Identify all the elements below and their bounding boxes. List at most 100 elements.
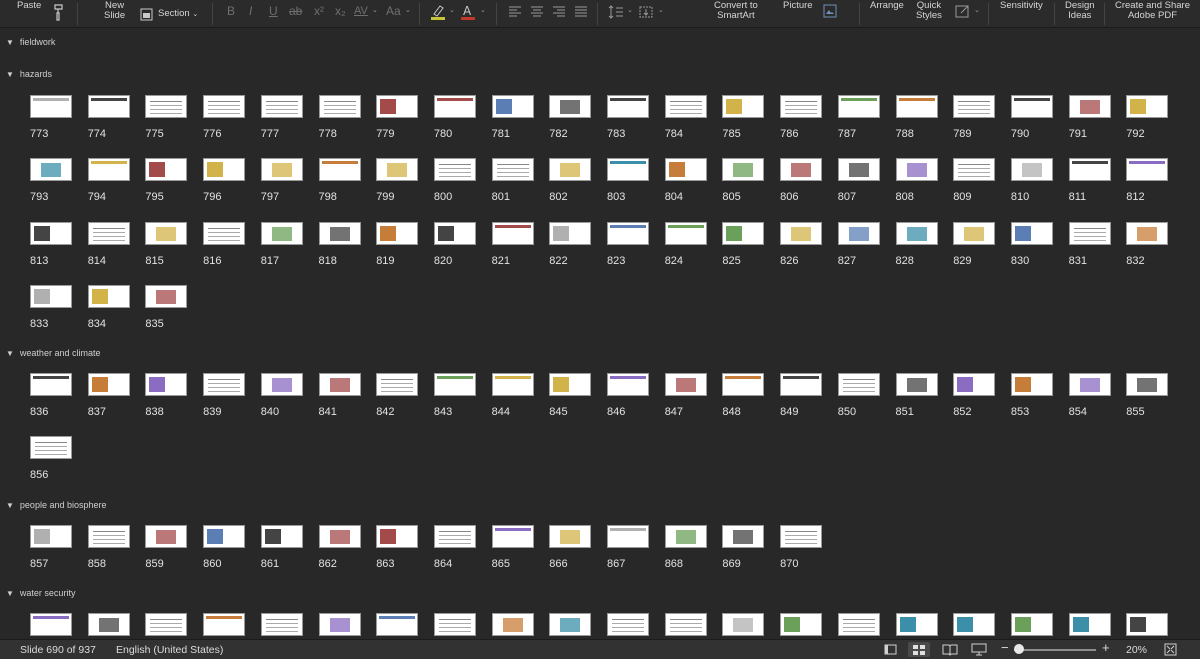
slide-thumbnail[interactable]: 880: [549, 613, 592, 639]
slide-thumbnail[interactable]: 889: [1068, 613, 1111, 639]
slide-thumbnail[interactable]: 776: [203, 95, 246, 145]
chevron-down-icon[interactable]: ⌄: [480, 6, 486, 14]
slide-thumbnail[interactable]: 846: [607, 373, 649, 423]
zoom-slider[interactable]: [1014, 649, 1096, 651]
slide-thumbnail[interactable]: 793: [30, 158, 72, 208]
collapse-triangle-icon[interactable]: ▼: [6, 38, 14, 48]
slide-thumbnail[interactable]: 890: [1126, 613, 1169, 639]
slide-thumbnail[interactable]: 823: [607, 221, 649, 272]
slide-thumbnail[interactable]: 782: [549, 95, 592, 145]
slide-thumbnail[interactable]: 843: [433, 373, 476, 423]
slide-thumbnail[interactable]: 886: [895, 613, 938, 639]
reading-view-button[interactable]: [939, 642, 961, 657]
slide-thumbnail[interactable]: 878: [433, 613, 476, 639]
slide-sorter-view[interactable]: ▼ fieldwork ▼ hazards ▼ weather and climate ▼ p…: [0, 29, 1200, 639]
language-indicator[interactable]: English (United States): [116, 644, 223, 656]
slide-thumbnail[interactable]: 872: [87, 613, 130, 639]
slide-thumbnail[interactable]: 855: [1126, 373, 1169, 423]
slide-thumbnail[interactable]: 851: [895, 373, 938, 423]
slide-thumbnail[interactable]: 819: [376, 221, 419, 272]
slide-thumbnail[interactable]: 830: [1010, 221, 1053, 272]
line-spacing-icon[interactable]: [608, 4, 624, 20]
slide-thumbnail[interactable]: 837: [87, 373, 130, 423]
zoom-slider-thumb[interactable]: [1014, 644, 1024, 654]
slide-thumbnail[interactable]: 841: [318, 373, 361, 423]
slide-thumbnail[interactable]: 787: [837, 95, 880, 145]
slide-thumbnail[interactable]: 820: [433, 221, 476, 272]
create-adobe-pdf-button[interactable]: Create and Share Adobe PDF: [1115, 1, 1190, 21]
slide-thumbnail[interactable]: 853: [1010, 373, 1053, 423]
slide-thumbnail[interactable]: 836: [30, 373, 72, 423]
slide-thumbnail[interactable]: 833: [30, 284, 72, 335]
slide-thumbnail[interactable]: 838: [145, 373, 188, 423]
slide-thumbnail[interactable]: 854: [1068, 373, 1111, 423]
slide-thumbnail[interactable]: 796: [203, 158, 246, 208]
strikethrough-button[interactable]: ab: [289, 4, 302, 18]
arrange-button[interactable]: Arrange: [870, 1, 904, 11]
slide-thumbnail[interactable]: 783: [607, 95, 649, 145]
slide-thumbnail[interactable]: 883: [722, 613, 765, 639]
section-header[interactable]: ▼ weather and climate: [6, 348, 100, 359]
change-case-button[interactable]: Aa: [386, 4, 401, 18]
section-header[interactable]: ▼ water security: [6, 588, 75, 599]
section-header[interactable]: ▼ people and biosphere: [6, 500, 107, 511]
slide-thumbnail[interactable]: 792: [1126, 95, 1169, 145]
underline-button[interactable]: U: [269, 4, 278, 18]
sensitivity-button[interactable]: Sensitivity: [1000, 1, 1043, 11]
slide-thumbnail[interactable]: 848: [722, 373, 765, 423]
slide-thumbnail[interactable]: 778: [318, 95, 361, 145]
slide-thumbnail[interactable]: 809: [953, 158, 996, 208]
font-color-icon[interactable]: A: [460, 3, 476, 21]
slide-thumbnail[interactable]: 811: [1068, 158, 1111, 208]
chevron-down-icon[interactable]: ⌄: [974, 6, 980, 14]
chevron-down-icon[interactable]: ⌄: [405, 6, 411, 14]
text-direction-icon[interactable]: [638, 4, 654, 20]
bold-button[interactable]: B: [227, 4, 235, 18]
slide-thumbnail[interactable]: 826: [780, 221, 823, 272]
picture-icon[interactable]: [823, 4, 837, 18]
slide-thumbnail[interactable]: 866: [549, 525, 592, 575]
slide-thumbnail[interactable]: 834: [87, 284, 130, 335]
slide-thumbnail[interactable]: 870: [780, 525, 823, 575]
chevron-down-icon[interactable]: ⌄: [449, 6, 455, 14]
slide-thumbnail[interactable]: 779: [376, 95, 419, 145]
slide-thumbnail[interactable]: 873: [145, 613, 188, 639]
slide-thumbnail[interactable]: 863: [376, 525, 419, 575]
slide-thumbnail[interactable]: 775: [145, 95, 188, 145]
slide-thumbnail[interactable]: 871: [30, 613, 72, 639]
highlight-icon[interactable]: [430, 3, 446, 21]
slide-thumbnail[interactable]: 860: [203, 525, 246, 575]
slide-thumbnail[interactable]: 852: [953, 373, 996, 423]
subscript-button[interactable]: x₂: [335, 4, 346, 18]
chevron-down-icon[interactable]: ⌄: [627, 6, 633, 14]
align-left-icon[interactable]: [508, 5, 522, 18]
collapse-triangle-icon[interactable]: ▼: [6, 501, 14, 511]
slide-thumbnail[interactable]: 777: [260, 95, 303, 145]
slide-thumbnail[interactable]: 842: [376, 373, 419, 423]
slide-thumbnail[interactable]: 877: [376, 613, 419, 639]
slide-thumbnail[interactable]: 887: [953, 613, 996, 639]
slide-thumbnail[interactable]: 813: [30, 221, 72, 272]
slide-thumbnail[interactable]: 884: [780, 613, 823, 639]
slide-thumbnail[interactable]: 850: [837, 373, 880, 423]
slide-thumbnail[interactable]: 785: [722, 95, 765, 145]
zoom-in-button[interactable]: +: [1102, 641, 1110, 654]
slide-thumbnail[interactable]: 817: [260, 221, 303, 272]
slide-thumbnail[interactable]: 879: [491, 613, 534, 639]
slide-thumbnail[interactable]: 810: [1010, 158, 1053, 208]
slide-thumbnail[interactable]: 840: [260, 373, 303, 423]
slide-thumbnail[interactable]: 815: [145, 221, 188, 272]
slide-thumbnail[interactable]: 816: [203, 221, 246, 272]
slide-thumbnail[interactable]: 867: [607, 525, 649, 575]
quick-styles-button[interactable]: Quick Styles: [916, 1, 942, 21]
shape-outline-icon[interactable]: [955, 3, 971, 19]
slide-thumbnail[interactable]: 773: [30, 95, 72, 145]
slide-sorter-button[interactable]: [908, 642, 930, 657]
slide-thumbnail[interactable]: 832: [1126, 221, 1169, 272]
slide-thumbnail[interactable]: 881: [607, 613, 649, 639]
slide-thumbnail[interactable]: 859: [145, 525, 188, 575]
slide-thumbnail[interactable]: 827: [837, 221, 880, 272]
superscript-button[interactable]: x²: [314, 4, 324, 18]
fit-to-window-icon[interactable]: [1164, 643, 1177, 656]
slide-thumbnail[interactable]: 831: [1068, 221, 1111, 272]
